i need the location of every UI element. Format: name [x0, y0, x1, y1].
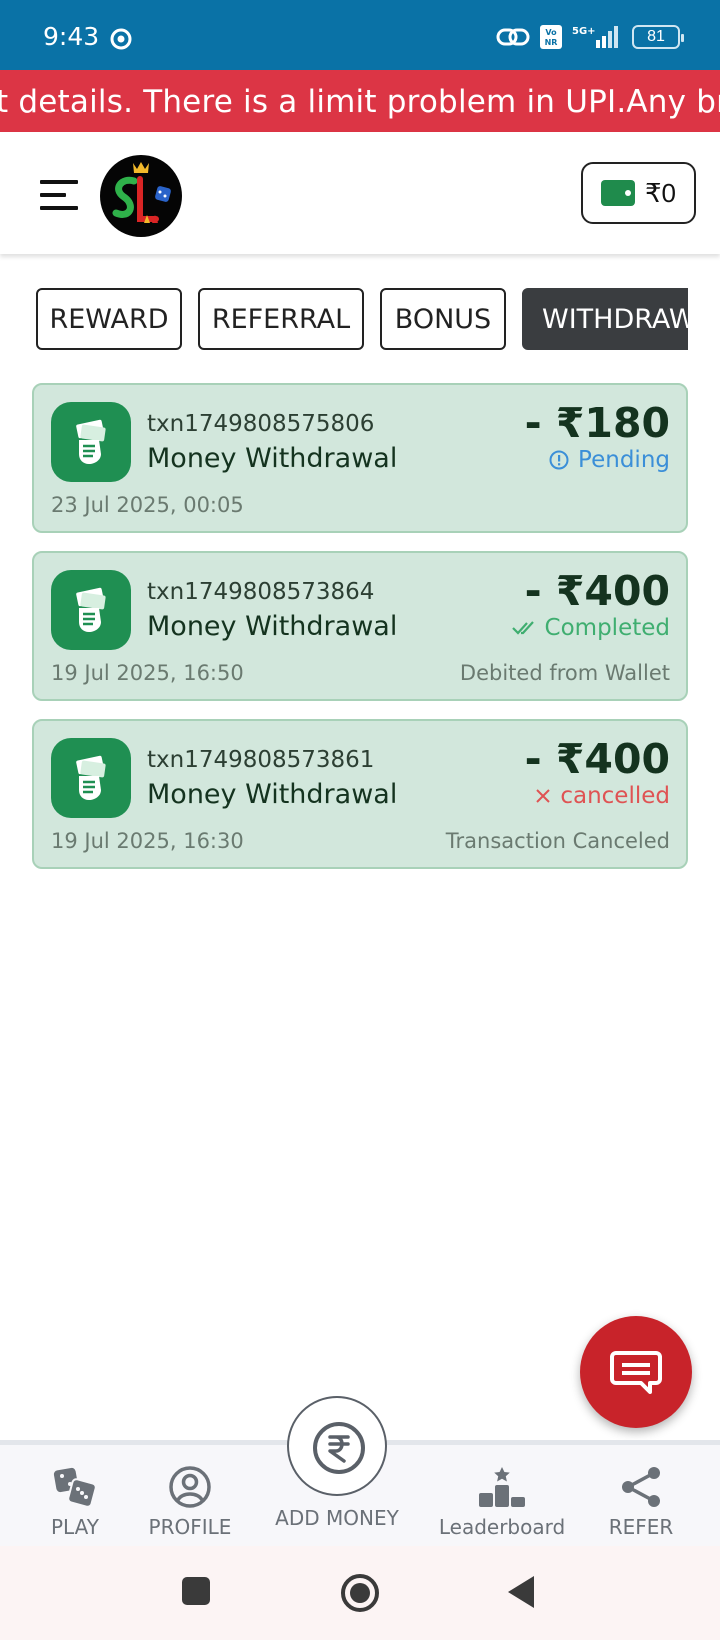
transaction-amount: - ₹180: [524, 399, 670, 447]
transaction-title: Money Withdrawal: [147, 443, 398, 474]
system-navigation-bar: [0, 1546, 720, 1640]
rupee-icon: [313, 1422, 365, 1474]
dice-icon: [53, 1467, 97, 1508]
transaction-card[interactable]: txn1749808575806 Money Withdrawal - ₹180…: [32, 383, 688, 533]
money-withdrawal-icon: [51, 570, 131, 650]
transaction-title: Money Withdrawal: [147, 611, 398, 642]
home-button[interactable]: [339, 1572, 381, 1614]
announcement-text: t details. There is a limit problem in U…: [0, 84, 720, 120]
svg-text:5G+: 5G+: [572, 26, 596, 37]
status-label: cancelled: [560, 783, 670, 809]
add-money-label: ADD MONEY: [275, 1506, 399, 1530]
nav-leaderboard[interactable]: Leaderboard: [438, 1445, 566, 1551]
menu-icon[interactable]: [40, 180, 78, 212]
nav-refer-label: REFER: [608, 1515, 674, 1539]
transaction-card[interactable]: txn1749808573861 Money Withdrawal - ₹400…: [32, 719, 688, 869]
share-icon: [622, 1467, 660, 1507]
wallet-balance: ₹0: [644, 177, 676, 208]
transaction-title: Money Withdrawal: [147, 779, 398, 810]
nav-refer[interactable]: REFER: [606, 1445, 676, 1551]
nav-profile[interactable]: PROFILE: [142, 1445, 238, 1551]
tab-referral[interactable]: REFERRAL: [198, 288, 364, 350]
tab-withdrawal[interactable]: WITHDRAWAL: [522, 288, 688, 350]
transaction-date: 19 Jul 2025, 16:50: [51, 661, 244, 685]
status-badge: cancelled: [534, 783, 670, 809]
recents-button[interactable]: [180, 1572, 212, 1612]
status-bar: 9:43 Vo NR 5G+ 81: [0, 0, 720, 70]
chat-icon: [610, 1351, 662, 1394]
status-label: Completed: [544, 615, 670, 641]
info-circle-icon: [549, 450, 569, 470]
app-header: ₹0: [0, 132, 720, 254]
leaderboard-icon: [479, 1467, 525, 1507]
profile-icon: [169, 1466, 211, 1508]
nav-play-label: PLAY: [50, 1515, 99, 1539]
double-check-icon: [511, 621, 534, 635]
app-logo[interactable]: [100, 155, 182, 237]
logo-graphic: [112, 162, 171, 223]
svg-text:NR: NR: [545, 38, 558, 47]
nav-play[interactable]: PLAY: [40, 1445, 110, 1551]
signal-5g-icon: 5G+: [572, 26, 618, 48]
money-withdrawal-icon: [51, 402, 131, 482]
wallet-balance-button[interactable]: ₹0: [581, 162, 696, 224]
battery-icon: 81: [632, 25, 684, 49]
status-badge: Pending: [548, 447, 670, 473]
transaction-date: 23 Jul 2025, 00:05: [51, 493, 244, 517]
chat-support-button[interactable]: [580, 1316, 692, 1428]
wallet-icon: [600, 180, 635, 206]
svg-text:Vo: Vo: [545, 28, 557, 37]
chrome-notification-icon: [110, 28, 132, 50]
tab-bonus[interactable]: BONUS: [380, 288, 506, 350]
transaction-note: Transaction Canceled: [445, 829, 670, 853]
transaction-id: txn1749808575806: [147, 411, 375, 437]
transaction-id: txn1749808573861: [147, 747, 375, 773]
transaction-note: Debited from Wallet: [459, 661, 670, 685]
tab-reward[interactable]: REWARD: [36, 288, 182, 350]
money-withdrawal-icon: [51, 738, 131, 818]
transaction-card[interactable]: txn1749808573864 Money Withdrawal - ₹400…: [32, 551, 688, 701]
nav-leaderboard-label: Leaderboard: [438, 1515, 566, 1539]
back-button[interactable]: [504, 1572, 538, 1612]
close-icon: [536, 789, 551, 803]
status-badge: Completed: [511, 615, 670, 641]
status-indicators: Vo NR 5G+ 81: [496, 22, 684, 52]
transaction-id: txn1749808573864: [147, 579, 375, 605]
add-money-button[interactable]: [287, 1396, 387, 1496]
transaction-tabs: REWARD REFERRAL BONUS WITHDRAWAL: [36, 288, 688, 350]
nav-profile-label: PROFILE: [148, 1515, 232, 1539]
transaction-amount: - ₹400: [524, 735, 670, 783]
status-label: Pending: [578, 447, 670, 473]
status-time: 9:43: [43, 22, 100, 51]
volte-icon: Vo NR: [540, 25, 562, 49]
link-icon: [496, 28, 530, 46]
transaction-date: 19 Jul 2025, 16:30: [51, 829, 244, 853]
transaction-amount: - ₹400: [524, 567, 670, 615]
announcement-banner: t details. There is a limit problem in U…: [0, 70, 720, 132]
